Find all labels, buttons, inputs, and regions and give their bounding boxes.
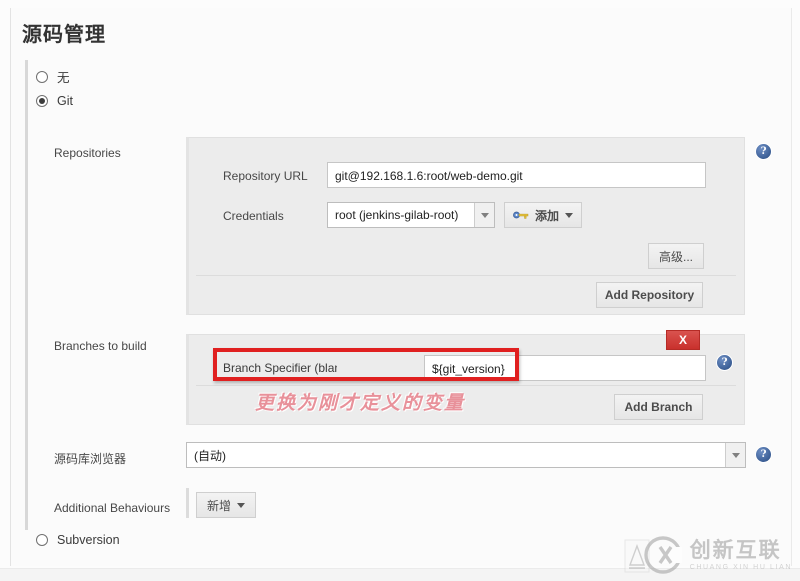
radio-option-git[interactable]: Git — [36, 94, 73, 108]
help-icon-repo-browser[interactable]: ? — [756, 447, 771, 462]
radio-label-subversion: Subversion — [57, 533, 120, 547]
additional-behaviours-rail — [186, 488, 192, 518]
branch-specifier-input[interactable]: ${git_version} — [424, 355, 706, 381]
branches-panel-divider — [196, 385, 736, 386]
add-behaviour-button-label: 新增 — [207, 498, 232, 513]
repo-browser-selected-value: (自动) — [194, 448, 226, 463]
credentials-select[interactable]: root (jenkins-gilab-root) — [327, 202, 495, 228]
label-additional-behaviours: Additional Behaviours — [54, 501, 171, 515]
chevron-down-icon-add-credentials[interactable] — [565, 212, 574, 218]
label-branches-to-build: Branches to build — [54, 339, 147, 353]
radio-icon-git[interactable] — [36, 95, 48, 107]
help-icon-repository-url[interactable]: ? — [756, 144, 771, 159]
add-credentials-button-label: 添加 — [535, 208, 560, 223]
watermark-text-cn: 创新互联 — [689, 537, 782, 562]
section-rail — [25, 60, 28, 530]
add-repository-button[interactable]: Add Repository — [596, 282, 703, 308]
radio-icon-none[interactable] — [36, 70, 48, 83]
repo-browser-select[interactable]: (自动) — [186, 442, 746, 468]
scm-configuration-page: 源码管理 无 Git Repositories Repository URL g… — [0, 0, 800, 581]
annotation-text: 更换为刚才定义的变量 — [255, 392, 466, 414]
cx-circle-logo-icon — [643, 536, 682, 574]
radio-label-git: Git — [57, 94, 73, 108]
key-icon — [513, 211, 529, 219]
label-credentials: Credentials — [223, 209, 284, 223]
watermark: 创新互联 CHUANG XIN HU LIAN — [643, 535, 792, 575]
chevron-down-icon-credentials[interactable] — [474, 203, 494, 227]
credentials-selected-value: root (jenkins-gilab-root) — [335, 208, 459, 222]
chevron-down-icon-repo-browser[interactable] — [725, 443, 745, 467]
chevron-down-icon-add-behaviour[interactable] — [237, 502, 246, 508]
repositories-panel-divider — [196, 275, 736, 276]
label-repository-url: Repository URL — [223, 169, 308, 183]
help-icon-branch-specifier[interactable]: ? — [717, 355, 732, 370]
delete-branch-button[interactable]: X — [666, 330, 700, 350]
label-branch-specifier: Branch Specifier (blank for 'any') — [223, 355, 337, 381]
advanced-button[interactable]: 高级... — [648, 243, 704, 269]
page-title: 源码管理 — [22, 22, 106, 46]
radio-label-none: 无 — [57, 71, 70, 85]
label-repo-browser: 源码库浏览器 — [54, 452, 127, 466]
radio-option-none[interactable]: 无 — [36, 67, 70, 86]
watermark-text-en: CHUANG XIN HU LIAN — [689, 563, 792, 571]
radio-option-subversion[interactable]: Subversion — [36, 533, 120, 547]
radio-icon-subversion[interactable] — [36, 534, 48, 546]
label-repositories: Repositories — [54, 146, 121, 160]
add-branch-button[interactable]: Add Branch — [614, 394, 703, 420]
add-credentials-button[interactable]: 添加 — [504, 202, 582, 228]
add-behaviour-button[interactable]: 新增 — [196, 492, 256, 518]
repository-url-input[interactable]: git@192.168.1.6:root/web-demo.git — [327, 162, 706, 188]
